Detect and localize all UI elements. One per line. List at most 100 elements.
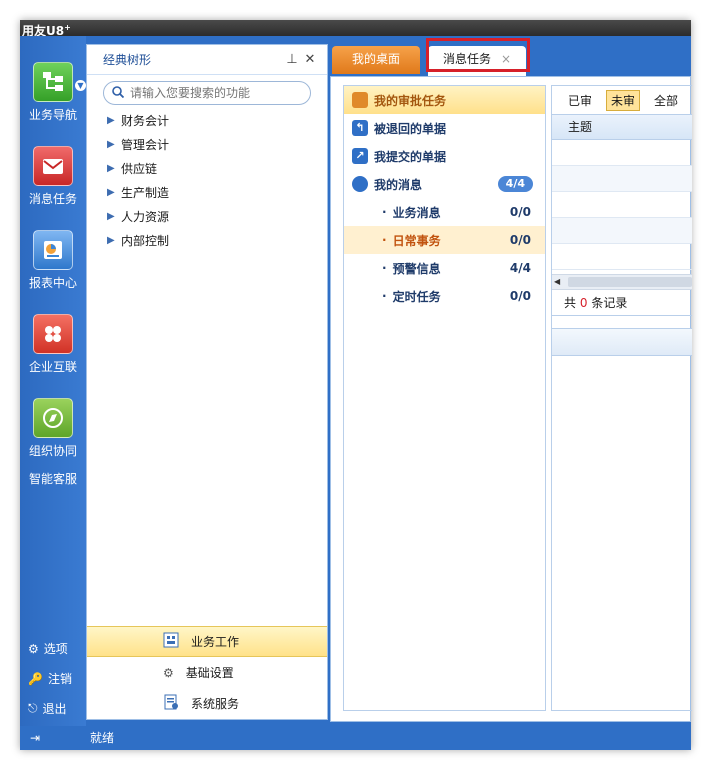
side-item-my-approval[interactable]: 我的审批任务 [344,86,545,114]
close-icon[interactable]: ✕ [301,52,319,67]
sub-item-label: 预警信息 [392,261,441,276]
app-body: 业务导航 ▼ 消息任务 报表中心 企业互联 组织协同 智能客服 ⚙ 选项 🔑 注… [20,36,692,726]
table-row[interactable] [552,166,692,192]
side-item-label: 我提交的单据 [374,149,447,164]
message-task-icon [33,146,73,186]
nav-system-service[interactable]: 系统服务 [87,688,327,719]
nav-basic-settings-label: 基础设置 [185,666,234,680]
table-row[interactable] [552,192,692,218]
bullet-icon: · [382,261,387,275]
nav-business-work[interactable]: 业务工作 [87,626,327,657]
options-label: 选项 [43,642,68,656]
status-text: 就绪 [90,731,115,745]
chevron-right-icon: ▶ [107,211,115,222]
sub-item-alerts[interactable]: · 预警信息 4/4 [344,254,545,282]
side-item-returned[interactable]: ↰ 被退回的单据 [344,114,545,142]
sub-item-daily-affairs[interactable]: · 日常事务 0/0 [344,226,545,254]
chevron-right-icon: ▶ [107,139,115,150]
nav-system-service-label: 系统服务 [191,697,240,711]
message-count-badge: 4/4 [497,176,533,192]
bullet-icon: · [382,289,387,303]
side-item-submitted[interactable]: ↗ 我提交的单据 [344,142,545,170]
table-row[interactable] [552,140,692,166]
sub-item-count: 0/0 [509,289,531,303]
tree-item-hr[interactable]: ▶ 人力资源 [107,205,327,229]
chevron-right-icon: ▶ [107,187,115,198]
rail-item-business-nav[interactable]: 业务导航 [20,62,86,122]
tree-item-label: 内部控制 [121,234,170,248]
sub-item-label: 业务消息 [392,205,441,220]
side-item-my-messages[interactable]: 我的消息 4/4 [344,170,545,198]
rail-item-org-collab[interactable]: 组织协同 [20,398,86,458]
record-count: 共 0 条记录 [552,290,692,316]
tab-my-desktop[interactable]: 我的桌面 [332,46,420,74]
table-row[interactable] [552,218,692,244]
options-button[interactable]: ⚙ 选项 [20,640,86,657]
status-bar: ⇥ 就绪 [20,726,691,750]
collapse-arrow-icon[interactable]: ⇥ [30,726,40,750]
chat-bubble-icon [352,176,368,192]
filter-pending[interactable]: 未审 [606,89,641,111]
tree-item-internal-control[interactable]: ▶ 内部控制 [107,229,327,253]
rail-item-enterprise-link[interactable]: 企业互联 [20,314,86,374]
rail-label-business-nav: 业务导航 [28,108,77,122]
chevron-right-icon: ▶ [107,235,115,246]
bullet-icon: · [382,205,387,219]
chevron-right-icon: ▶ [107,115,115,126]
rail-item-report-center[interactable]: 报表中心 [20,230,86,290]
business-work-icon [163,632,179,651]
task-grid: 已审 未审 全部 主题 ◀ 共 0 条记录 [551,85,692,711]
filter-approved[interactable]: 已审 [564,91,596,110]
tree-item-supply-chain[interactable]: ▶ 供应链 [107,157,327,181]
share-arrow-icon: ↗ [352,148,368,164]
left-rail: 业务导航 ▼ 消息任务 报表中心 企业互联 组织协同 智能客服 ⚙ 选项 🔑 注… [20,36,86,726]
bottom-nav: 业务工作 ⚙ 基础设置 系统服务 [87,626,327,719]
tree-item-finance[interactable]: ▶ 财务会计 [107,109,327,133]
window-title-sup: + [64,23,71,32]
key-icon: 🔑 [28,671,43,686]
horizontal-scrollbar[interactable]: ◀ [552,274,692,290]
tree-item-manufacturing[interactable]: ▶ 生产制造 [107,181,327,205]
logout-button[interactable]: 🔑 注销 [20,670,86,687]
tab-highlight-box [426,38,530,72]
sub-item-label: 日常事务 [392,233,441,248]
records-number: 0 [579,296,588,310]
sub-item-business-msg[interactable]: · 业务消息 0/0 [344,198,545,226]
filter-all[interactable]: 全部 [650,91,682,110]
rail-label-org-collab: 组织协同 [28,444,77,458]
exit-button[interactable]: ⎋ 退出 [20,700,86,717]
report-center-icon [33,230,73,270]
logout-label: 注销 [47,672,72,686]
bullet-icon: · [382,233,387,247]
briefcase-icon [352,92,368,108]
window-title: 用友U8+ [20,20,691,38]
pin-icon[interactable]: ⊥ [283,52,301,67]
table-row[interactable] [552,244,692,270]
rail-item-smart-service[interactable]: 智能客服 [20,472,86,486]
chevron-right-icon: ▶ [107,163,115,174]
enterprise-link-icon [33,314,73,354]
business-nav-icon [33,62,73,102]
scroll-left-icon[interactable]: ◀ [554,277,560,286]
scroll-thumb[interactable] [568,277,692,287]
sub-item-count: 0/0 [509,233,531,247]
system-service-icon [163,694,179,713]
tree-item-label: 管理会计 [121,138,170,152]
sub-item-scheduled[interactable]: · 定时任务 0/0 [344,282,545,310]
rail-label-report-center: 报表中心 [28,276,77,290]
side-item-label: 被退回的单据 [374,121,447,136]
column-header-subject[interactable]: 主题 [552,114,692,140]
exit-label: 退出 [42,702,67,716]
nav-basic-settings[interactable]: ⚙ 基础设置 [87,657,327,688]
search-input[interactable] [130,86,302,100]
rail-item-message-task[interactable]: 消息任务 [20,146,86,206]
tree-list: ▶ 财务会计 ▶ 管理会计 ▶ 供应链 ▶ 生产制造 ▶ 人力资源 ▶ 内部控制 [87,109,327,253]
task-side-list: 我的审批任务 ↰ 被退回的单据 ↗ 我提交的单据 我的消息 4/4 · 业务消息… [343,85,546,711]
tab-my-desktop-label: 我的桌面 [351,52,400,66]
chevron-down-icon[interactable]: ▼ [75,80,86,91]
search-box[interactable] [103,81,311,105]
tree-item-management[interactable]: ▶ 管理会计 [107,133,327,157]
tree-item-label: 供应链 [121,162,158,176]
sub-item-count: 0/0 [509,205,531,219]
tree-item-label: 财务会计 [121,114,170,128]
